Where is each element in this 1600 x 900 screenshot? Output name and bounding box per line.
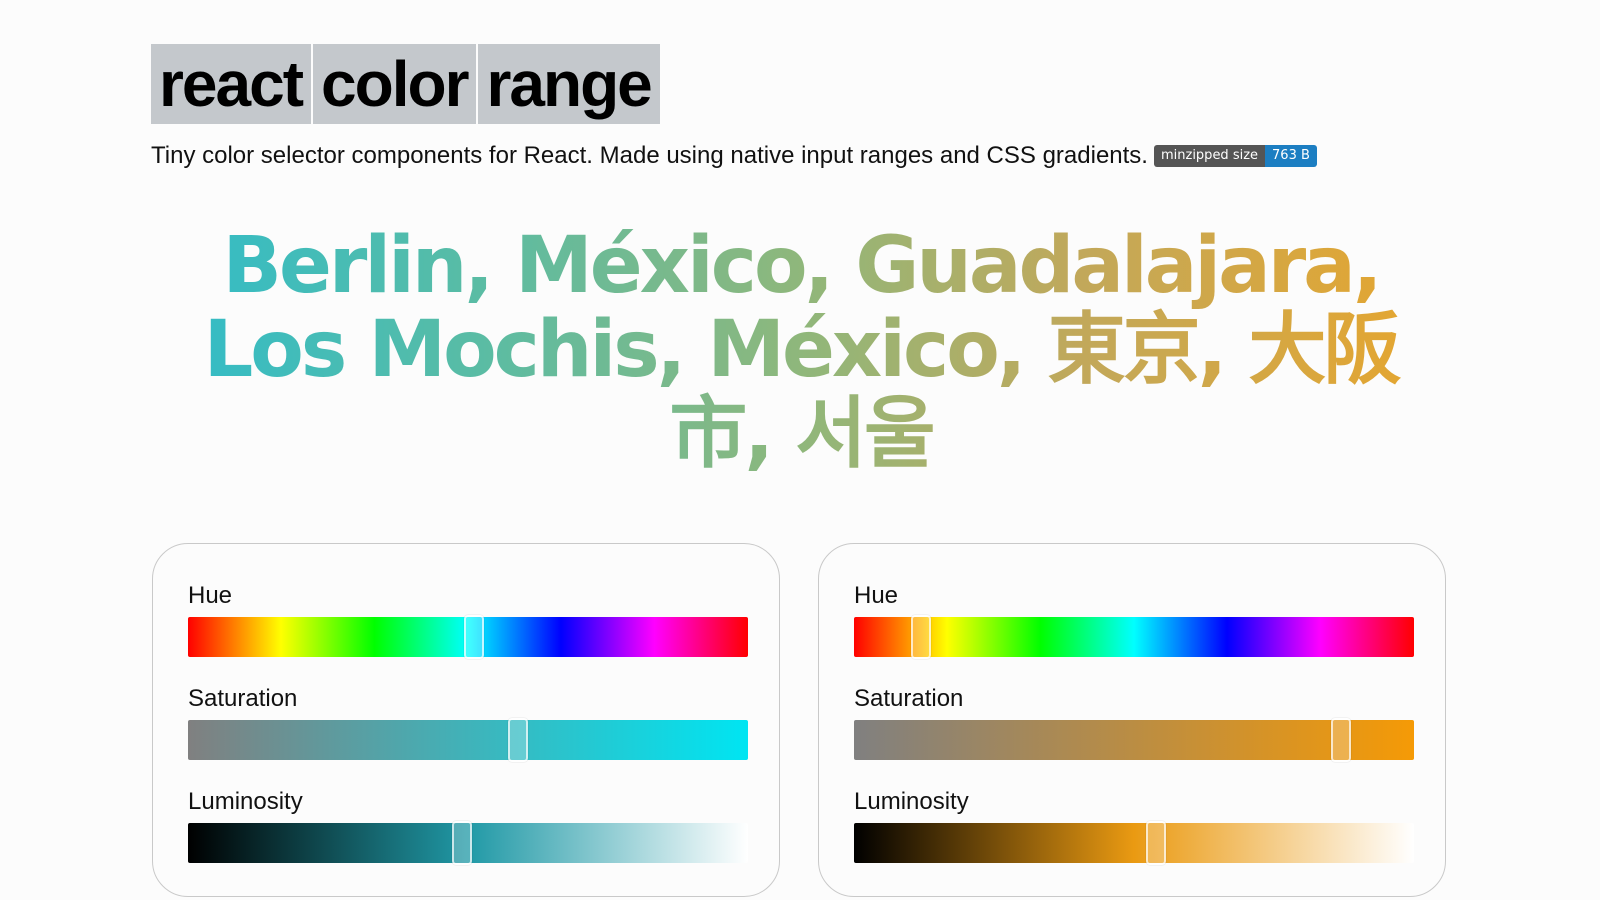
luminosity-slider[interactable] xyxy=(854,821,1414,865)
saturation-slider[interactable] xyxy=(188,718,748,762)
badge-label: minzipped size xyxy=(1153,145,1266,167)
badge-value: 763 B xyxy=(1265,145,1317,167)
hue-label: Hue xyxy=(854,582,899,609)
luminosity-slider-group: Luminosity xyxy=(188,788,748,865)
saturation-label: Saturation xyxy=(854,685,964,712)
luminosity-slider[interactable] xyxy=(188,821,748,865)
luminosity-slider-thumb[interactable] xyxy=(1146,821,1167,865)
saturation-slider-group: Saturation xyxy=(854,685,1414,762)
hue-label: Hue xyxy=(188,582,233,609)
saturation-slider-thumb[interactable] xyxy=(1331,718,1352,762)
hue-slider-thumb[interactable] xyxy=(463,615,484,659)
saturation-slider[interactable] xyxy=(854,718,1414,762)
luminosity-slider-group: Luminosity xyxy=(854,788,1414,865)
luminosity-label: Luminosity xyxy=(854,788,969,815)
page: react color range Tiny color selector co… xyxy=(0,0,1600,900)
subtitle-text: Tiny color selector components for React… xyxy=(151,142,1148,169)
luminosity-slider-thumb[interactable] xyxy=(452,821,473,865)
hue-slider[interactable] xyxy=(188,615,748,659)
saturation-slider-group: Saturation xyxy=(188,685,748,762)
color-panel-left: Hue Saturation Luminosity xyxy=(152,543,780,897)
saturation-slider-thumb[interactable] xyxy=(508,718,529,762)
hue-slider-thumb[interactable] xyxy=(911,615,932,659)
hue-slider[interactable] xyxy=(854,615,1414,659)
cities-heading: Berlin, México, Guadalajara, Los Mochis,… xyxy=(160,224,1442,476)
size-badge[interactable]: minzipped size 763 B xyxy=(1153,145,1317,167)
saturation-label: Saturation xyxy=(188,685,298,712)
subtitle: Tiny color selector components for React… xyxy=(151,140,1317,172)
hue-slider-group: Hue xyxy=(188,582,748,659)
title-word: color xyxy=(313,44,477,124)
luminosity-label: Luminosity xyxy=(188,788,303,815)
color-panel-right: Hue Saturation Luminosity xyxy=(818,543,1446,897)
title-word: range xyxy=(478,44,660,124)
title-word: react xyxy=(151,44,311,124)
page-title: react color range xyxy=(151,44,660,124)
hue-slider-group: Hue xyxy=(854,582,1414,659)
